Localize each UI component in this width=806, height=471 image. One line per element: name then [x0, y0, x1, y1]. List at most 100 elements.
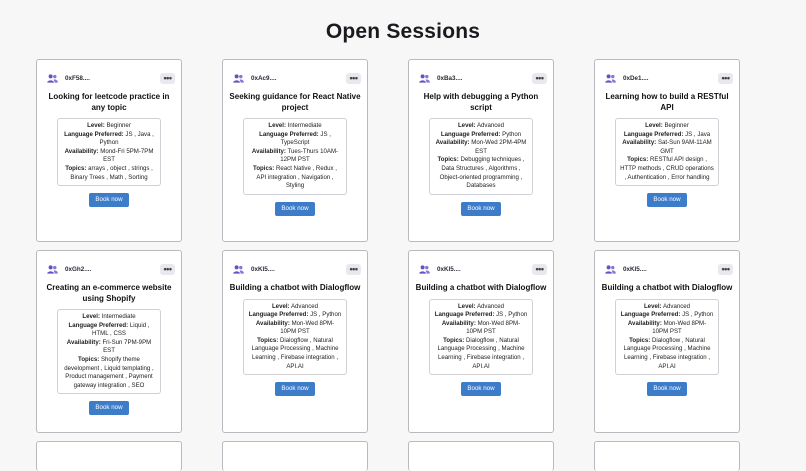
level-value: Intermediate [101, 313, 136, 320]
session-title: Building a chatbot with Dialogflow [229, 283, 361, 292]
session-title: Creating an e-commerce website using Sho… [46, 283, 172, 303]
more-options-button[interactable]: ••• [532, 263, 547, 275]
session-card-wrapper [408, 441, 554, 471]
language-label: Language Preferred: [259, 130, 319, 138]
availability-label: Availability: [64, 147, 99, 155]
language-label: Language Preferred: [620, 311, 681, 319]
session-title: Learning how to build a RESTful API [605, 92, 729, 112]
topics-label: Topics: [253, 164, 275, 172]
availability-label: Availability: [251, 147, 286, 155]
book-now-button[interactable]: Book now [89, 401, 129, 415]
card-header: 0xKl5.... ••• [595, 256, 739, 282]
language-label: Language Preferred: [248, 311, 309, 319]
availability-value: Mond-Fri 5PM-7PM EST [100, 147, 154, 164]
more-options-button[interactable]: ••• [346, 72, 361, 84]
creator-address[interactable]: 0xDe1.... [623, 75, 649, 82]
card-header: 0xAc9.... ••• [223, 65, 367, 91]
card-header: 0xKl5.... ••• [409, 256, 553, 282]
session-title: Building a chatbot with Dialogflow [601, 283, 733, 292]
availability-value: Tues-Thurs 10AM-12PM PST [280, 147, 339, 164]
more-options-button[interactable]: ••• [346, 263, 361, 275]
session-card-wrapper [594, 441, 740, 471]
level-label: Level: [457, 302, 476, 310]
book-now-button[interactable]: Book now [461, 382, 501, 397]
level-label: Level: [457, 122, 476, 129]
level-value: Advanced [662, 302, 691, 310]
session-card: 0xKl5.... ••• Building a chatbot with Di… [594, 250, 740, 433]
level-label: Level: [645, 122, 663, 129]
topics-label: Topics: [627, 156, 649, 164]
session-details: Level: Advanced Language Preferred: JS ,… [243, 298, 347, 376]
session-details: Level: Intermediate Language Preferred: … [57, 309, 161, 394]
topics-label: Topics: [629, 336, 651, 344]
book-now-button[interactable]: Book now [275, 382, 315, 397]
language-value: JS , Python [496, 311, 528, 319]
creator-address[interactable]: 0xBa3.... [437, 75, 463, 82]
level-value: Advanced [290, 302, 319, 310]
level-label: Level: [643, 302, 662, 310]
session-title: Building a chatbot with Dialogflow [415, 283, 547, 292]
session-card: 0xF58.... ••• Looking for leetcode pract… [36, 59, 182, 242]
more-options-button[interactable]: ••• [718, 263, 733, 275]
session-card: 0xGh2.... ••• Creating an e-commerce web… [36, 250, 182, 433]
language-label: Language Preferred: [68, 321, 129, 329]
session-card [408, 441, 554, 471]
users-icon [233, 264, 244, 274]
creator-address[interactable]: 0xKl5.... [251, 266, 275, 273]
level-value: Intermediate [287, 122, 322, 129]
availability-value: Sat-Sun 9AM-11AM GMT [657, 139, 712, 155]
availability-label: Availability: [441, 319, 476, 327]
session-details: Level: Beginner Language Preferred: JS ,… [615, 118, 719, 187]
language-label: Language Preferred: [623, 130, 684, 138]
session-details: Level: Advanced Language Preferred: Pyth… [429, 118, 533, 195]
session-card-wrapper: 0xBa3.... ••• Help with debugging a Pyth… [408, 59, 554, 242]
session-card [222, 441, 368, 471]
availability-label: Availability: [435, 139, 470, 147]
topics-label: Topics: [257, 336, 279, 344]
level-value: Beginner [106, 122, 131, 129]
more-options-button[interactable]: ••• [160, 263, 175, 275]
book-now-button[interactable]: Book now [89, 193, 129, 208]
session-card: 0xKl5.... ••• Building a chatbot with Di… [408, 250, 554, 433]
session-card-wrapper [36, 441, 182, 471]
creator-address[interactable]: 0xGh2.... [65, 266, 91, 273]
availability-label: Availability: [255, 319, 290, 327]
book-now-button[interactable]: Book now [647, 382, 687, 397]
users-icon [233, 73, 244, 83]
availability-label: Availability: [627, 319, 662, 327]
session-card [36, 441, 182, 471]
availability-value: Mon-Wed 2PM-4PM EST [471, 139, 527, 155]
book-now-button[interactable]: Book now [275, 201, 315, 216]
session-title: Help with debugging a Python script [423, 92, 539, 112]
session-details: Level: Advanced Language Preferred: JS ,… [429, 298, 533, 376]
page-title: Open Sessions [325, 20, 481, 43]
users-icon [419, 264, 430, 274]
creator-address[interactable]: 0xF58.... [65, 75, 90, 82]
language-value: JS , Python [682, 311, 714, 319]
creator-address[interactable]: 0xAc9.... [251, 75, 277, 82]
language-label: Language Preferred: [440, 130, 501, 138]
creator-address[interactable]: 0xKl5.... [437, 266, 461, 273]
level-label: Level: [271, 302, 290, 310]
card-header: 0xGh2.... ••• [37, 256, 181, 282]
creator-address[interactable]: 0xKl5.... [623, 266, 647, 273]
session-card: 0xAc9.... ••• Seeking guidance for React… [222, 59, 368, 242]
session-card: 0xBa3.... ••• Help with debugging a Pyth… [408, 59, 554, 242]
session-card-wrapper: 0xGh2.... ••• Creating an e-commerce web… [36, 250, 182, 433]
topics-label: Topics: [437, 156, 459, 164]
session-details: Level: Beginner Language Preferred: JS ,… [57, 118, 161, 187]
book-now-button[interactable]: Book now [647, 193, 687, 208]
book-now-button[interactable]: Book now [461, 201, 501, 216]
language-label: Language Preferred: [64, 130, 124, 138]
more-options-button[interactable]: ••• [718, 72, 733, 84]
session-card-wrapper: 0xKl5.... ••• Building a chatbot with Di… [408, 250, 554, 433]
availability-label: Availability: [622, 139, 657, 147]
topics-label: Topics: [443, 336, 465, 344]
card-header: 0xF58.... ••• [37, 65, 181, 91]
session-card-wrapper: 0xKl5.... ••• Building a chatbot with Di… [222, 250, 368, 433]
more-options-button[interactable]: ••• [160, 72, 175, 84]
session-card-wrapper: 0xF58.... ••• Looking for leetcode pract… [36, 59, 182, 242]
users-icon [47, 73, 58, 83]
topics-label: Topics: [65, 164, 87, 172]
more-options-button[interactable]: ••• [532, 72, 547, 84]
